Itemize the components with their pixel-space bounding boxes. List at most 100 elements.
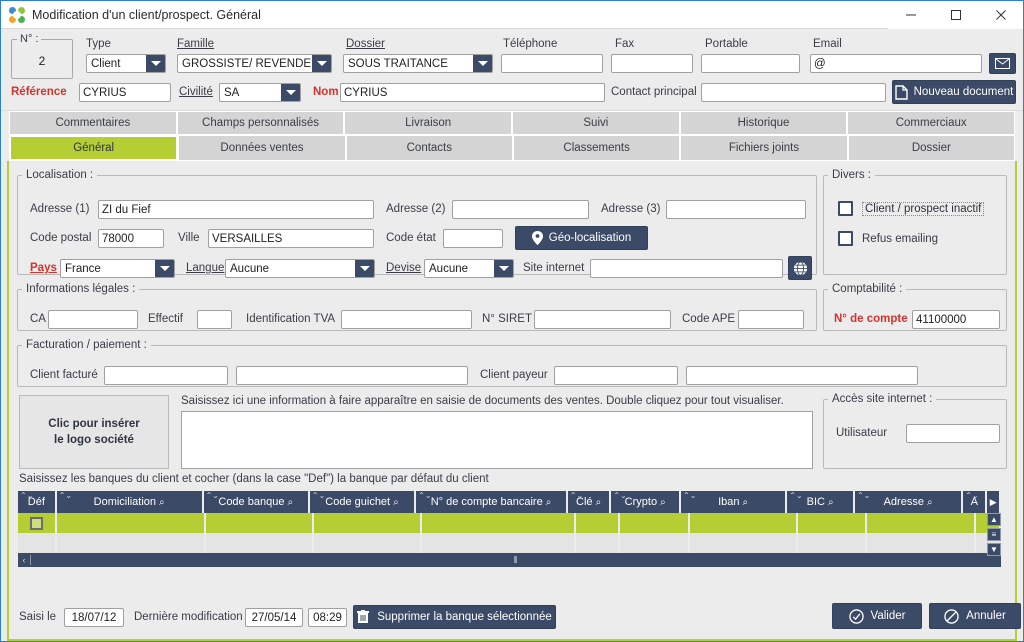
scroll-up-icon[interactable]: ▲ bbox=[987, 513, 1001, 526]
client-facture-name-input[interactable] bbox=[236, 366, 468, 385]
tab-general[interactable]: Général bbox=[9, 135, 179, 161]
search-icon[interactable]: ⌕ bbox=[596, 497, 602, 508]
maximize-icon[interactable] bbox=[933, 0, 978, 29]
dossier-select[interactable]: SOUS TRAITANCE bbox=[343, 54, 493, 73]
sort-toggle-icon[interactable]: ⌃⌄ bbox=[965, 492, 978, 500]
tab-historique[interactable]: Historique bbox=[679, 111, 848, 135]
annuler-button[interactable]: Annuler bbox=[929, 603, 1021, 629]
table-cell-empty[interactable] bbox=[620, 533, 691, 553]
chevron-down-icon[interactable] bbox=[473, 55, 492, 72]
devise-select[interactable]: Aucune bbox=[424, 259, 514, 278]
sort-toggle-icon[interactable]: ⌃⌄ bbox=[312, 492, 325, 500]
portable-input[interactable] bbox=[701, 54, 800, 73]
code-etat-input[interactable] bbox=[443, 229, 503, 248]
sort-toggle-icon[interactable]: ⌃⌄ bbox=[570, 492, 583, 500]
table-cell[interactable] bbox=[57, 513, 207, 533]
sort-toggle-icon[interactable]: ⌃⌄ bbox=[59, 492, 72, 500]
tab-livraison[interactable]: Livraison bbox=[344, 111, 513, 135]
table-cell[interactable] bbox=[314, 513, 422, 533]
search-icon[interactable]: ⌕ bbox=[159, 497, 165, 508]
email-input[interactable] bbox=[810, 54, 982, 73]
siret-input[interactable] bbox=[534, 310, 671, 329]
table-cell-empty[interactable] bbox=[57, 533, 207, 553]
table-cell[interactable] bbox=[798, 513, 867, 533]
chevron-right-icon[interactable]: ▶ bbox=[987, 491, 1001, 513]
effectif-input[interactable] bbox=[197, 310, 232, 329]
scroll-grip[interactable]: ⦀ bbox=[31, 555, 1001, 566]
ville-input[interactable] bbox=[208, 229, 374, 248]
horizontal-scrollbar[interactable]: ‹ ⦀ bbox=[18, 553, 1001, 567]
reference-input[interactable] bbox=[79, 83, 171, 102]
table-cell-empty[interactable] bbox=[690, 533, 799, 553]
telephone-input[interactable] bbox=[501, 54, 603, 73]
vertical-scrollbar[interactable]: ▲ ≡ ▼ bbox=[987, 513, 1001, 556]
sort-toggle-icon[interactable]: ⌃⌄ bbox=[683, 492, 696, 500]
adresse1-input[interactable] bbox=[98, 200, 374, 219]
fax-input[interactable] bbox=[611, 54, 693, 73]
geolocalisation-button[interactable]: Géo-localisation bbox=[515, 226, 648, 250]
close-icon[interactable] bbox=[978, 0, 1023, 29]
note-textarea[interactable] bbox=[181, 411, 813, 469]
devise-label[interactable]: Devise bbox=[386, 262, 421, 274]
tab-champs-personnalises[interactable]: Champs personnalisés bbox=[176, 111, 345, 135]
column-header-d-f[interactable]: ⌃⌄ Déf bbox=[18, 491, 57, 513]
sort-toggle-icon[interactable]: ⌃⌄ bbox=[20, 492, 33, 500]
tab-suivi[interactable]: Suivi bbox=[512, 111, 680, 135]
column-header-n-de-compte-bancaire[interactable]: ⌃⌄ N° de compte bancaire ⌕ bbox=[416, 491, 568, 513]
minimize-icon[interactable] bbox=[888, 0, 933, 29]
derniere-modification-date[interactable] bbox=[245, 608, 303, 627]
search-icon[interactable]: ⌕ bbox=[660, 497, 666, 508]
chevron-down-icon[interactable] bbox=[155, 260, 174, 277]
sort-toggle-icon[interactable]: ⌃⌄ bbox=[857, 492, 870, 500]
send-email-button[interactable] bbox=[989, 53, 1016, 74]
chevron-down-icon[interactable] bbox=[494, 260, 513, 277]
client-payeur-name-input[interactable] bbox=[686, 366, 918, 385]
column-header-domiciliation[interactable]: ⌃⌄ Domiciliation ⌕ bbox=[56, 491, 204, 513]
table-cell[interactable] bbox=[206, 513, 314, 533]
chevron-down-icon[interactable] bbox=[355, 260, 374, 277]
famille-label[interactable]: Famille bbox=[177, 38, 214, 50]
chevron-down-icon[interactable] bbox=[146, 55, 165, 72]
tab-donnees-ventes[interactable]: Données ventes bbox=[178, 135, 346, 161]
table-cell-empty[interactable] bbox=[867, 533, 977, 553]
tab-commerciaux[interactable]: Commerciaux bbox=[847, 111, 1016, 135]
table-cell-empty[interactable] bbox=[422, 533, 576, 553]
table-cell-empty[interactable] bbox=[576, 533, 620, 553]
sort-toggle-icon[interactable]: ⌃⌄ bbox=[789, 492, 802, 500]
adresse2-input[interactable] bbox=[452, 200, 589, 219]
table-row[interactable] bbox=[18, 513, 1001, 533]
refus-emailing-checkbox[interactable] bbox=[838, 231, 853, 246]
famille-select[interactable]: GROSSISTE/ REVENDEUR bbox=[177, 54, 332, 73]
utilisateur-input[interactable] bbox=[906, 424, 1000, 443]
type-select[interactable]: Client bbox=[86, 54, 166, 73]
table-cell[interactable] bbox=[576, 513, 620, 533]
site-internet-input[interactable] bbox=[590, 259, 783, 278]
column-header-bic[interactable]: ⌃⌄ BIC ⌕ bbox=[787, 491, 855, 513]
search-icon[interactable]: ⌕ bbox=[393, 497, 399, 508]
search-icon[interactable]: ⌕ bbox=[828, 497, 834, 508]
table-cell[interactable] bbox=[18, 513, 58, 533]
civilite-select[interactable]: SA bbox=[219, 83, 301, 102]
search-icon[interactable]: ⌕ bbox=[546, 497, 552, 508]
client-facture-code-input[interactable] bbox=[104, 366, 228, 385]
default-bank-checkbox[interactable] bbox=[30, 516, 44, 530]
ca-input[interactable] bbox=[48, 310, 138, 329]
column-header-crypto[interactable]: ⌃⌄ Crypto ⌕ bbox=[611, 491, 681, 513]
table-cell-empty[interactable] bbox=[18, 533, 58, 553]
scroll-menu-icon[interactable]: ≡ bbox=[987, 528, 1001, 541]
column-header-cl[interactable]: ⌃⌄ Clé ⌕ bbox=[567, 491, 612, 513]
table-cell-empty[interactable] bbox=[798, 533, 867, 553]
search-icon[interactable]: ⌕ bbox=[927, 497, 933, 508]
table-cell-empty[interactable] bbox=[206, 533, 314, 553]
dossier-label[interactable]: Dossier bbox=[346, 38, 385, 50]
table-cell[interactable] bbox=[690, 513, 799, 533]
table-cell[interactable] bbox=[422, 513, 576, 533]
derniere-modification-heure[interactable] bbox=[308, 608, 347, 627]
tab-fichiers-joints[interactable]: Fichiers joints bbox=[680, 135, 848, 161]
sort-toggle-icon[interactable]: ⌃⌄ bbox=[206, 492, 219, 500]
valider-button[interactable]: Valider bbox=[832, 603, 922, 629]
sort-toggle-icon[interactable]: ⌃⌄ bbox=[613, 492, 626, 500]
column-header-code-banque[interactable]: ⌃⌄ Code banque ⌕ bbox=[203, 491, 310, 513]
nom-input[interactable] bbox=[340, 83, 605, 102]
langue-label[interactable]: Langue bbox=[186, 262, 224, 274]
